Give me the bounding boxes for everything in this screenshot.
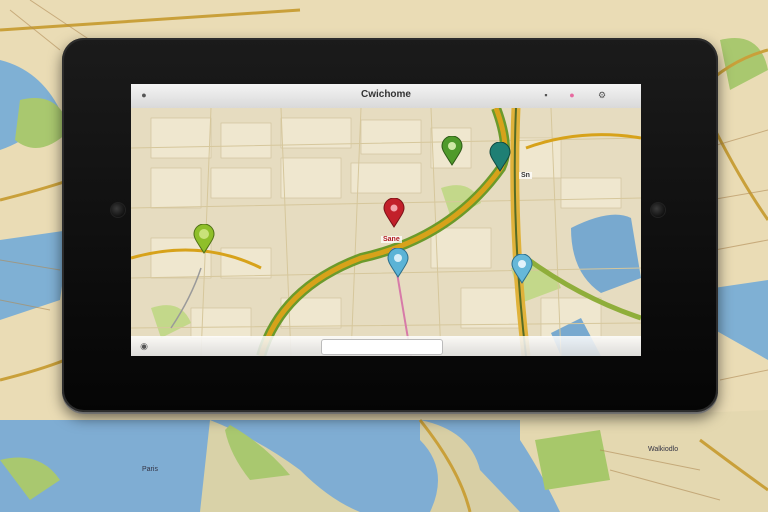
- app-top-bar: ● Cwichome ▪ ● ⚙: [131, 84, 641, 109]
- bg-label-right: Walkiodlo: [648, 446, 679, 453]
- map-pin-lime[interactable]: [193, 224, 215, 254]
- front-camera: [110, 202, 126, 218]
- map-pin-teal[interactable]: [489, 142, 511, 172]
- search-input[interactable]: [321, 339, 443, 355]
- street-label: Sn: [519, 172, 532, 179]
- bg-label-left: Paris: [142, 466, 158, 473]
- bg-park-right: [535, 430, 610, 490]
- settings-icon[interactable]: ⚙: [597, 90, 607, 100]
- map-pin-light-blue[interactable]: [511, 254, 533, 284]
- app-title: Cwichome: [360, 89, 411, 100]
- location-icon[interactable]: ●: [567, 90, 577, 100]
- tablet-screen: ● Cwichome ▪ ● ⚙ Sane Sn ◉: [131, 84, 641, 356]
- map-pin-blue[interactable]: [387, 248, 409, 278]
- home-button[interactable]: [650, 202, 666, 218]
- locate-icon[interactable]: ◉: [139, 341, 149, 351]
- map-pin-red-destination[interactable]: [383, 198, 405, 228]
- bookmark-icon[interactable]: ▪: [541, 90, 551, 100]
- app-bottom-bar: ◉: [131, 336, 641, 356]
- map-pin-green[interactable]: [441, 136, 463, 166]
- destination-label: Sane: [381, 236, 402, 243]
